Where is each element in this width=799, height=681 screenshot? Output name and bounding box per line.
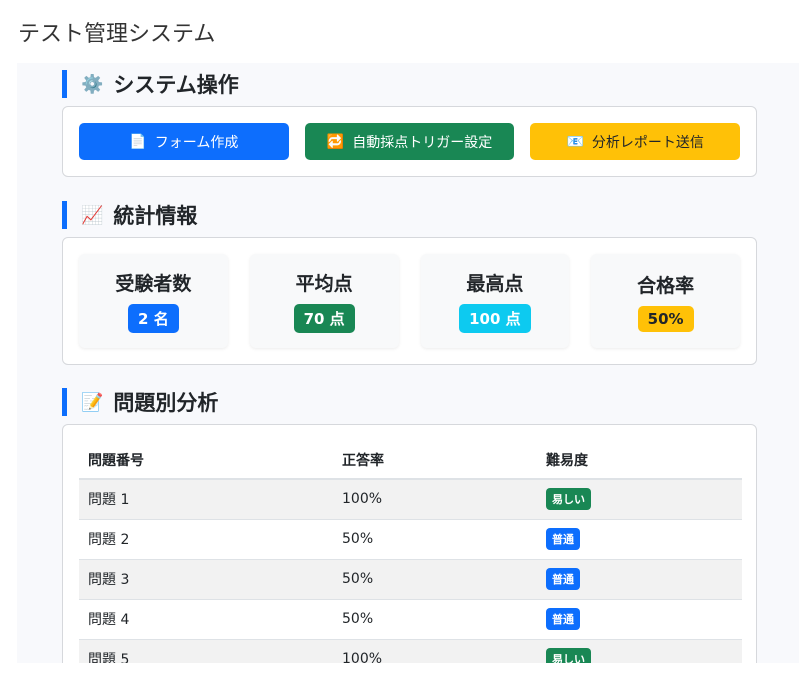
difficulty-cell: 普通 (537, 559, 742, 600)
stat-label: 平均点 (295, 273, 353, 295)
stat-label: 合格率 (637, 274, 695, 297)
analysis-table: 問題番号 正答率 難易度 問題 1 100% 易しい 問題 2 50% 普通 問題 3 50%… (79, 441, 742, 663)
rate-cell: 100% (333, 479, 537, 520)
operations-section: ⚙️ システム操作 📄 フォーム作成 🔁 自動採点トリガー設定 📧 分析レポート送信 (62, 70, 757, 177)
table-row: 問題 4 50% 普通 (79, 599, 742, 640)
document-icon: 📄 (129, 133, 147, 149)
analysis-section: 📝 問題別分析 問題番号 正答率 難易度 問題 1 100% 易しい 問題 2 50% 普通… (62, 388, 757, 663)
app-title: テスト管理システム (18, 22, 216, 47)
button-label: 自動採点トリガー設定 (352, 133, 493, 150)
stat-card: 受験者数 2 名 (79, 254, 228, 348)
column-header: 問題番号 (79, 441, 333, 480)
stat-card: 平均点 70 点 (249, 254, 399, 348)
table-row: 問題 1 100% 易しい (79, 479, 742, 520)
difficulty-cell: 易しい (537, 479, 742, 520)
table-row: 問題 5 100% 易しい (79, 639, 742, 663)
stat-value: 50% (637, 305, 694, 332)
difficulty-badge: 易しい (546, 488, 591, 511)
section-header: ⚙️ システム操作 (62, 70, 757, 98)
section-title: システム操作 (113, 73, 239, 97)
stat-value: 100 点 (459, 304, 531, 333)
question-cell: 問題 5 (79, 639, 333, 663)
difficulty-cell: 普通 (537, 599, 742, 640)
stat-card: 合格率 50% (591, 254, 740, 348)
send-report-button[interactable]: 📧 分析レポート送信 (530, 123, 741, 160)
column-header: 難易度 (537, 441, 742, 480)
section-header: 📝 問題別分析 (62, 388, 757, 416)
section-header: 📈 統計情報 (62, 201, 757, 229)
gear-icon: ⚙️ (81, 73, 104, 95)
table-row: 問題 2 50% 普通 (79, 519, 742, 560)
question-cell: 問題 1 (79, 479, 333, 520)
section-title: 統計情報 (113, 204, 198, 228)
create-form-button[interactable]: 📄 フォーム作成 (79, 123, 289, 160)
question-cell: 問題 3 (79, 559, 333, 600)
rate-cell: 100% (333, 639, 537, 663)
difficulty-cell: 易しい (537, 639, 742, 663)
stat-value: 2 名 (128, 304, 179, 333)
stat-label: 受験者数 (115, 273, 192, 295)
difficulty-badge: 易しい (546, 648, 591, 663)
stat-card: 最高点 100 点 (420, 254, 570, 348)
button-label: 分析レポート送信 (591, 133, 704, 150)
question-cell: 問題 4 (79, 599, 333, 640)
chart-icon: 📈 (81, 204, 104, 226)
column-header: 正答率 (333, 441, 537, 480)
difficulty-badge: 普通 (546, 608, 580, 630)
table-row: 問題 3 50% 普通 (79, 559, 742, 600)
difficulty-cell: 普通 (537, 519, 742, 560)
memo-icon: 📝 (81, 391, 104, 413)
difficulty-badge: 普通 (546, 568, 580, 590)
button-label: フォーム作成 (154, 133, 239, 150)
stats-section: 📈 統計情報 受験者数 2 名 平均点 70 点 最高点 100 点 合格率 50% (62, 201, 757, 365)
difficulty-badge: 普通 (546, 528, 580, 550)
email-icon: 📧 (566, 133, 584, 149)
rate-cell: 50% (333, 599, 537, 640)
auto-grading-trigger-button[interactable]: 🔁 自動採点トリガー設定 (304, 123, 515, 160)
rate-cell: 50% (333, 519, 537, 560)
rate-cell: 50% (333, 559, 537, 600)
main-panel[interactable]: ⚙️ システム操作 📄 フォーム作成 🔁 自動採点トリガー設定 📧 分析レポート送信 📈… (17, 63, 799, 663)
stat-value: 70 点 (293, 304, 355, 333)
repeat-icon: 🔁 (326, 133, 345, 149)
section-title: 問題別分析 (113, 391, 219, 415)
stat-label: 最高点 (466, 273, 524, 295)
question-cell: 問題 2 (79, 519, 333, 560)
